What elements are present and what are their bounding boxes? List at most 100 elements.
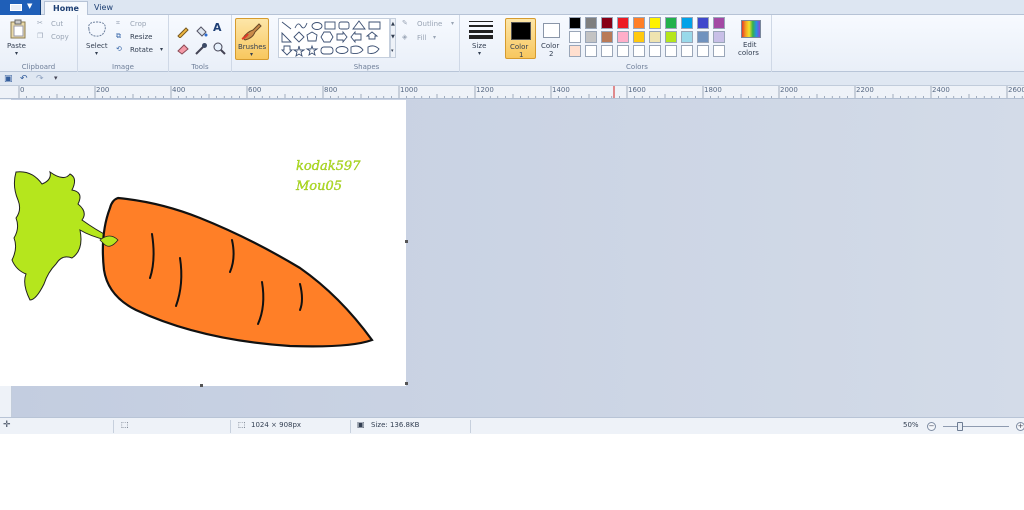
- color-swatch[interactable]: [697, 45, 709, 57]
- color-swatch[interactable]: [713, 45, 725, 57]
- color-swatch[interactable]: [649, 45, 661, 57]
- chevron-down-icon: ▾: [95, 50, 99, 57]
- cut-button[interactable]: ✂ Cut: [37, 19, 71, 30]
- resize-handle-bottom[interactable]: [200, 384, 203, 387]
- ruler-label: 1600: [628, 86, 646, 94]
- clipboard-group: Paste ▾ ✂ Cut ❐ Copy Clipboard: [0, 15, 78, 72]
- color-palette: [569, 17, 739, 61]
- resize-button[interactable]: ⧉ Resize: [116, 32, 160, 43]
- chevron-down-icon: ▾: [478, 50, 482, 57]
- color-swatch[interactable]: [633, 45, 645, 57]
- brushes-button[interactable]: Brushes ▾: [235, 18, 269, 60]
- color1-button[interactable]: Color 1: [505, 18, 536, 59]
- zoom-out-button[interactable]: −: [927, 422, 936, 431]
- image-dimensions-icon: ⬚: [238, 420, 246, 429]
- resize-icon: ⧉: [116, 32, 121, 40]
- color-swatch[interactable]: [569, 31, 581, 43]
- color-swatch[interactable]: [665, 45, 677, 57]
- resize-handle-right[interactable]: [405, 240, 408, 243]
- pencil-icon: [177, 27, 189, 39]
- color-swatch[interactable]: [697, 17, 709, 29]
- color-swatch[interactable]: [569, 17, 581, 29]
- color-swatch[interactable]: [665, 17, 677, 29]
- fill-button[interactable]: ◈ Fill ▾: [402, 33, 442, 44]
- edit-colors-button[interactable]: Edit colors: [736, 18, 768, 60]
- status-bar: ✛ ⬚ ⬚ 1024 × 908px ▣ Size: 136.8KB 50% −…: [0, 417, 1024, 434]
- color-swatch[interactable]: [569, 45, 581, 57]
- canvas-signature-line2: Mou05: [295, 179, 342, 194]
- zoom-slider-track[interactable]: [943, 426, 1009, 427]
- canvas-signature-line1: kodak597: [296, 159, 361, 174]
- tab-home[interactable]: Home: [44, 1, 88, 15]
- pencil-tool[interactable]: [176, 23, 190, 39]
- color-swatch[interactable]: [633, 17, 645, 29]
- paste-button[interactable]: Paste ▾: [4, 18, 32, 60]
- color-swatch[interactable]: [617, 17, 629, 29]
- color-swatch[interactable]: [649, 17, 661, 29]
- shapes-scroll[interactable]: ▲ ▼ ▾: [390, 18, 396, 58]
- tab-view[interactable]: View: [86, 1, 121, 15]
- color-swatch[interactable]: [681, 17, 693, 29]
- brushes-label: Brushes: [238, 43, 267, 51]
- color-swatch[interactable]: [617, 31, 629, 43]
- magnifier-tool[interactable]: [212, 40, 226, 55]
- color2-button[interactable]: Color 2: [538, 18, 567, 59]
- color-swatch[interactable]: [713, 17, 725, 29]
- paint-bucket-icon: [196, 26, 208, 37]
- outline-button[interactable]: ✎ Outline ▾: [402, 19, 458, 30]
- color-swatch[interactable]: [633, 31, 645, 43]
- color-swatch[interactable]: [713, 31, 725, 43]
- color2-label: Color: [541, 42, 560, 50]
- color-swatch[interactable]: [681, 31, 693, 43]
- status-divider: [230, 420, 231, 433]
- save-icon[interactable]: ▣: [4, 74, 13, 84]
- undo-icon[interactable]: ↶: [20, 74, 28, 84]
- color-swatch[interactable]: [585, 17, 597, 29]
- paint-menu-button[interactable]: ▼: [0, 0, 41, 15]
- eraser-tool[interactable]: [176, 40, 190, 55]
- redo-icon[interactable]: ↷: [36, 74, 44, 84]
- color-swatch[interactable]: [585, 31, 597, 43]
- line-size-icon: [469, 20, 493, 39]
- color-picker-tool[interactable]: [194, 40, 208, 55]
- select-button[interactable]: Select ▾: [82, 18, 112, 60]
- zoom-in-button[interactable]: +: [1016, 422, 1024, 431]
- color-swatch[interactable]: [697, 31, 709, 43]
- color-swatch[interactable]: [649, 31, 661, 43]
- chevron-down-icon: ▾: [15, 50, 19, 57]
- ruler-label: 2600: [1008, 86, 1024, 94]
- paste-icon: [10, 19, 26, 39]
- shapes-gallery[interactable]: [278, 18, 390, 58]
- tools-group: A Tools: [169, 15, 232, 72]
- fill-tool[interactable]: [194, 23, 208, 37]
- rotate-label: Rotate: [130, 46, 153, 54]
- color-swatch[interactable]: [665, 31, 677, 43]
- zoom-slider-thumb[interactable]: [957, 422, 963, 431]
- expand-gallery-icon: ▾: [391, 48, 394, 54]
- text-tool[interactable]: A: [212, 21, 226, 35]
- color-swatch[interactable]: [601, 45, 613, 57]
- drawing-canvas[interactable]: kodak597 Mou05: [0, 100, 406, 386]
- size-button[interactable]: Size ▾: [465, 18, 497, 60]
- color-swatch[interactable]: [601, 31, 613, 43]
- copy-button[interactable]: ❐ Copy: [37, 32, 75, 43]
- scissors-icon: ✂: [37, 19, 43, 27]
- color-swatch[interactable]: [585, 45, 597, 57]
- color-swatch[interactable]: [601, 17, 613, 29]
- resize-handle-corner[interactable]: [405, 382, 408, 385]
- customize-toolbar-icon[interactable]: ▾: [54, 74, 58, 82]
- eraser-icon: [177, 44, 189, 55]
- color-swatch[interactable]: [681, 45, 693, 57]
- clipboard-group-label: Clipboard: [21, 63, 56, 71]
- rotate-icon: ⟲: [116, 45, 122, 53]
- ruler-label: 200: [96, 86, 110, 94]
- color2-swatch: [543, 23, 560, 38]
- rotate-button[interactable]: ⟲ Rotate ▾: [116, 45, 166, 56]
- crop-button[interactable]: ⌗ Crop: [116, 19, 156, 30]
- size-label: Size: [472, 42, 487, 50]
- crop-icon: ⌗: [116, 19, 120, 27]
- ribbon-tab-bar: ▼ Home View: [0, 0, 1024, 15]
- color-swatch[interactable]: [617, 45, 629, 57]
- scroll-up-icon: ▲: [391, 21, 395, 27]
- chevron-down-icon: ▼: [27, 2, 33, 10]
